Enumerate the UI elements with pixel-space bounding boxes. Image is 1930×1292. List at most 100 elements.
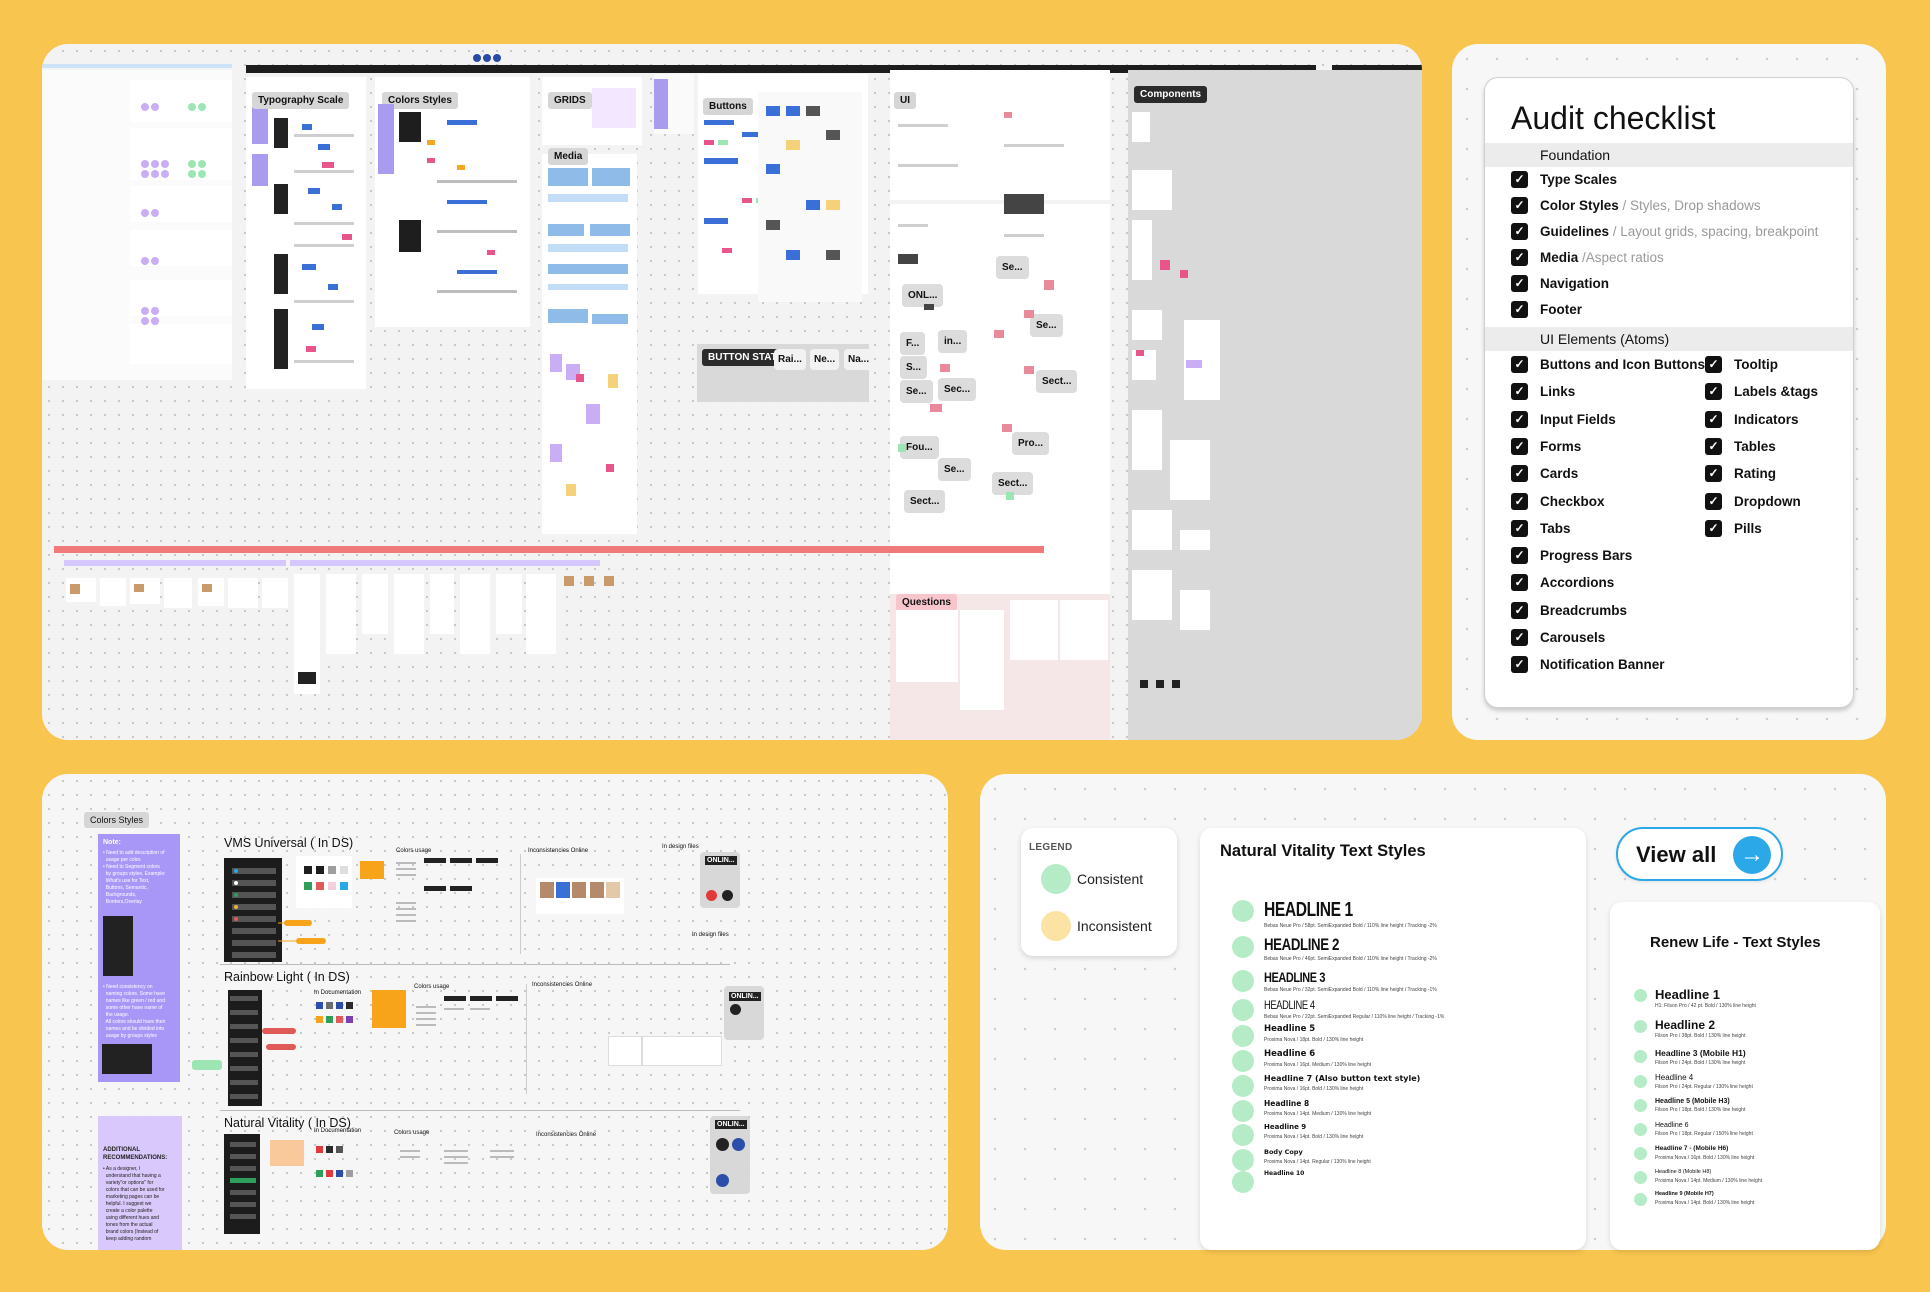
checkbox-checked-icon[interactable]: ✓: [1705, 519, 1722, 537]
checkbox-checked-icon[interactable]: ✓: [1511, 197, 1528, 214]
check-item[interactable]: ✓ Tooltip: [1705, 356, 1778, 373]
text-style-name: Headline 5 (Mobile H3): [1655, 1098, 1730, 1105]
checkbox-checked-icon[interactable]: ✓: [1511, 492, 1528, 510]
design-file-chip: ONLIN...: [724, 986, 764, 1040]
checkbox-checked-icon[interactable]: ✓: [1511, 547, 1528, 565]
colors-styles-tag[interactable]: Colors Styles: [84, 812, 150, 828]
section-title-rainbow-light: Rainbow Light ( In DS): [224, 970, 350, 984]
check-item-label: Carousels: [1540, 630, 1606, 645]
text-style-row: Body Copy Proxima Nova / 14pt. Regular / …: [1232, 1149, 1371, 1171]
color-swatches: [399, 112, 517, 293]
consistent-dot: [1634, 1099, 1647, 1112]
online-badge: ONLIN...: [705, 856, 737, 865]
type-specimens: [274, 118, 354, 369]
check-item[interactable]: ✓ Notification Banner: [1511, 656, 1665, 674]
text-style-name: Headline 7 - (Mobile H6): [1655, 1145, 1729, 1152]
checkbox-checked-icon[interactable]: ✓: [1511, 656, 1528, 674]
checkbox-checked-icon[interactable]: ✓: [1511, 301, 1528, 318]
checkbox-checked-icon[interactable]: ✓: [1705, 356, 1722, 373]
check-item[interactable]: ✓ Pills: [1705, 519, 1762, 537]
check-item[interactable]: ✓ Links: [1511, 383, 1576, 401]
check-item[interactable]: ✓ Progress Bars: [1511, 547, 1632, 565]
text-style-spec: Proxima Nova / 16pt. Medium / 130% line …: [1264, 1061, 1371, 1068]
check-item[interactable]: ✓ Checkbox: [1511, 492, 1605, 510]
check-item[interactable]: ✓ Indicators: [1705, 410, 1799, 428]
checkbox-checked-icon[interactable]: ✓: [1511, 601, 1528, 619]
checkbox-checked-icon[interactable]: ✓: [1511, 410, 1528, 428]
media-tag[interactable]: Media: [548, 148, 589, 165]
consistent-dot: [1634, 989, 1647, 1002]
text-style-row: Headline 5 Proxima Nova / 18pt. Bold / 13…: [1232, 1025, 1363, 1047]
marketing-pages-bar: [64, 560, 286, 566]
check-item-label: Tabs: [1540, 520, 1571, 536]
component-chip[interactable]: Rai...: [774, 349, 806, 370]
check-item-media[interactable]: ✓ Media /Aspect ratios: [1511, 249, 1664, 266]
check-item[interactable]: ✓ Labels &tags: [1705, 383, 1818, 401]
legend-card: LEGEND Consistent Inconsistent: [1021, 828, 1177, 956]
component-chip[interactable]: Ne...: [810, 349, 840, 370]
check-item[interactable]: ✓ Dropdown: [1705, 492, 1801, 510]
note-line: variety"or options" for: [103, 1180, 154, 1186]
checkbox-checked-icon[interactable]: ✓: [1705, 383, 1722, 401]
check-item[interactable]: ✓ Forms: [1511, 437, 1581, 455]
colors-styles-board[interactable]: Colors Styles Note: • Need to add descri…: [42, 774, 948, 1250]
text-style-spec: Filson Pro / 18pt. Bold / 130% line heig…: [1655, 1107, 1746, 1113]
text-style-name: Headline 6: [1655, 1122, 1689, 1129]
check-item-footer[interactable]: ✓ Footer: [1511, 301, 1582, 318]
checkbox-checked-icon[interactable]: ✓: [1705, 465, 1722, 483]
text-style-name: HEADLINE 1: [1264, 899, 1353, 921]
note-line: create a color palette: [103, 1208, 153, 1214]
note-line: by groups styles. Example:: [103, 871, 166, 877]
inconsistency-photos: [536, 878, 624, 914]
inconsistencies-label: Inconsistencies Online: [536, 1132, 597, 1138]
component-chip[interactable]: Na...: [844, 349, 874, 370]
text-style-spec: Proxima Nova / 18pt. Bold / 130% line he…: [1264, 1036, 1364, 1043]
check-item-type-scales[interactable]: ✓ Type Scales: [1511, 171, 1617, 188]
grids-tag[interactable]: GRIDS: [548, 92, 592, 109]
checkbox-checked-icon[interactable]: ✓: [1511, 223, 1528, 240]
text-style-spec: Proxima Nova / 14pt. Medium / 130% line …: [1655, 1177, 1762, 1184]
questions-tag[interactable]: Questions: [896, 594, 957, 611]
text-style-spec: Proxima Nova / 14pt. Regular / 130% line…: [1264, 1158, 1371, 1165]
checkbox-checked-icon[interactable]: ✓: [1511, 574, 1528, 592]
check-item[interactable]: ✓ Buttons and Icon Buttons: [1511, 356, 1705, 373]
check-item[interactable]: ✓ Input Fields: [1511, 410, 1616, 428]
check-item[interactable]: ✓ Tables: [1705, 437, 1776, 455]
check-item[interactable]: ✓ Carousels: [1511, 629, 1605, 646]
check-item[interactable]: ✓ Rating: [1705, 465, 1776, 483]
check-item[interactable]: ✓ Accordions: [1511, 574, 1614, 592]
buttons-tag[interactable]: Buttons: [703, 98, 753, 115]
checkbox-checked-icon[interactable]: ✓: [1511, 356, 1528, 373]
view-all-button[interactable]: View all →: [1616, 827, 1783, 881]
consistent-dot: [1232, 1100, 1254, 1122]
checkbox-checked-icon[interactable]: ✓: [1511, 629, 1528, 646]
inconsistencies-label: Inconsistencies Online: [532, 982, 593, 988]
check-item[interactable]: ✓ Cards: [1511, 465, 1579, 483]
check-item-color-styles[interactable]: ✓ Color Styles / Styles, Drop shadows: [1511, 197, 1761, 214]
in-documentation-label: In Documentation: [314, 1128, 362, 1134]
online-badge: ONLIN...: [715, 1120, 747, 1129]
checkbox-checked-icon[interactable]: ✓: [1705, 437, 1722, 455]
check-item-label: Pills: [1734, 520, 1762, 536]
checkbox-checked-icon[interactable]: ✓: [1511, 465, 1528, 483]
components-tag[interactable]: Components: [1134, 86, 1208, 103]
checkbox-checked-icon[interactable]: ✓: [1705, 410, 1722, 428]
check-item[interactable]: ✓ Breadcrumbs: [1511, 601, 1627, 619]
check-item[interactable]: ✓ Tabs: [1511, 519, 1571, 537]
typography-scale-tag[interactable]: Typography Scale: [252, 92, 350, 109]
check-item-label: Links: [1540, 384, 1576, 400]
checkbox-checked-icon[interactable]: ✓: [1511, 171, 1528, 188]
checkbox-checked-icon[interactable]: ✓: [1511, 383, 1528, 401]
check-item-label: Cards: [1540, 466, 1579, 482]
legend-title: LEGEND: [1029, 842, 1073, 853]
checkbox-checked-icon[interactable]: ✓: [1511, 249, 1528, 266]
checkbox-checked-icon[interactable]: ✓: [1511, 519, 1528, 537]
color-list-thumb: [103, 916, 133, 976]
text-style-row: Headline 6 Proxima Nova / 16pt. Medium / …: [1232, 1050, 1371, 1072]
checkbox-checked-icon[interactable]: ✓: [1511, 275, 1528, 292]
check-item-guidelines[interactable]: ✓ Guidelines / Layout grids, spacing, bre…: [1511, 223, 1818, 240]
audit-overview-canvas[interactable]: Typography Scale Colors Styles GRIDS Med…: [42, 44, 1422, 740]
check-item-navigation[interactable]: ✓ Navigation: [1511, 275, 1609, 292]
checkbox-checked-icon[interactable]: ✓: [1511, 437, 1528, 455]
checkbox-checked-icon[interactable]: ✓: [1705, 492, 1722, 510]
